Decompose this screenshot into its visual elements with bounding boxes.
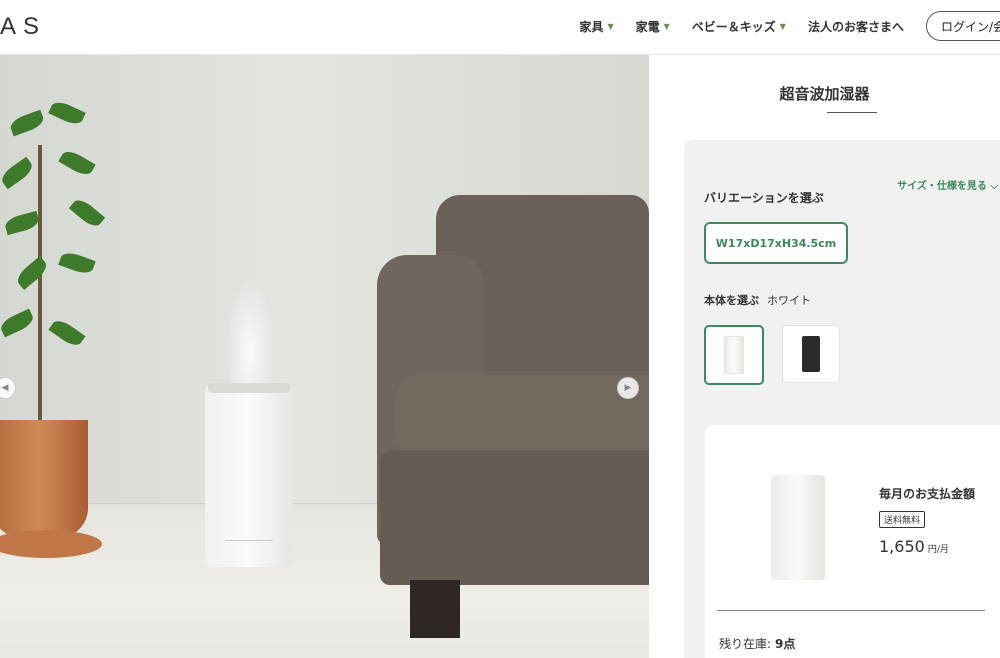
product-hero-image: ◀ ▶ [0, 55, 649, 658]
variation-option-button[interactable]: W17xD17xH34.5cm [704, 222, 848, 264]
black-humidifier-thumbnail [802, 336, 820, 372]
site-logo[interactable]: AS [0, 13, 46, 41]
humidifier-control-panel [225, 540, 273, 551]
chevron-left-icon: ◀ [1, 383, 9, 393]
variation-label: バリエーションを選ぶ [704, 191, 824, 205]
site-header: AS 家具 ▼ 家電 ▼ ベビー＆キッズ ▼ 法人のお客さまへ ログイン/会 [0, 0, 1000, 55]
price-value: 1,650 [879, 537, 925, 556]
color-swatch-white[interactable] [704, 325, 764, 385]
nav-business[interactable]: 法人のお客さまへ [808, 18, 904, 35]
chevron-right-icon: ▶ [624, 383, 632, 393]
carousel-next-button[interactable]: ▶ [617, 377, 639, 399]
caret-down-icon: ▼ [779, 21, 786, 31]
nav-furniture-label: 家具 [579, 19, 604, 34]
sofa-base [380, 450, 649, 585]
sofa-leg [410, 580, 460, 638]
color-swatch-black[interactable] [782, 325, 840, 383]
nav-baby-kids[interactable]: ベビー＆キッズ ▼ [692, 18, 786, 35]
body-label-text: 本体を選ぶ [704, 294, 759, 307]
nav-business-label: 法人のお客さまへ [807, 19, 904, 34]
monthly-payment-title: 毎月のお支払金額 [879, 487, 976, 501]
nav-furniture[interactable]: 家具 ▼ [579, 18, 613, 35]
stock-label: 残り在庫: [719, 637, 772, 651]
login-button[interactable]: ログイン/会 [925, 11, 1000, 41]
nav-appliances-label: 家電 [635, 19, 660, 34]
caret-down-icon: ▼ [663, 21, 670, 31]
main-nav: 家具 ▼ 家電 ▼ ベビー＆キッズ ▼ 法人のお客さまへ ログイン/会 [579, 10, 1000, 42]
free-shipping-badge: 送料無料 [879, 511, 926, 528]
humidifier-top [208, 383, 290, 393]
nav-baby-kids-label: ベビー＆キッズ [691, 19, 776, 34]
spec-link[interactable]: サイズ・仕様を見る ⌵ [897, 177, 998, 192]
plant-stem [38, 145, 42, 425]
plant-pot [0, 420, 88, 538]
monthly-price: 1,650 円/月 [879, 537, 949, 556]
stock-value: 9点 [775, 637, 796, 651]
body-color-name: ホワイト [767, 294, 811, 307]
price-unit: 円/月 [927, 545, 949, 555]
payment-card: 毎月のお支払金額 送料無料 1,650 円/月 残り在庫: 9点 [705, 425, 1000, 658]
humidifier-mist [225, 275, 275, 385]
product-thumbnail [771, 475, 825, 580]
stock-info: 残り在庫: 9点 [719, 635, 795, 652]
nav-appliances[interactable]: 家電 ▼ [636, 18, 670, 35]
card-divider [717, 610, 985, 611]
body-select-label: 本体を選ぶ ホワイト [704, 292, 811, 308]
options-panel: サイズ・仕様を見る ⌵ バリエーションを選ぶ W17xD17xH34.5cm 本… [684, 140, 1000, 658]
caret-down-icon: ▼ [607, 21, 614, 31]
white-humidifier-thumbnail [724, 336, 744, 374]
sofa-seat [395, 375, 649, 455]
product-title: 超音波加湿器 [779, 85, 870, 103]
product-sidebar: 超音波加湿器 サイズ・仕様を見る ⌵ バリエーションを選ぶ W17xD17xH3… [649, 55, 1000, 658]
title-underline [827, 112, 877, 113]
